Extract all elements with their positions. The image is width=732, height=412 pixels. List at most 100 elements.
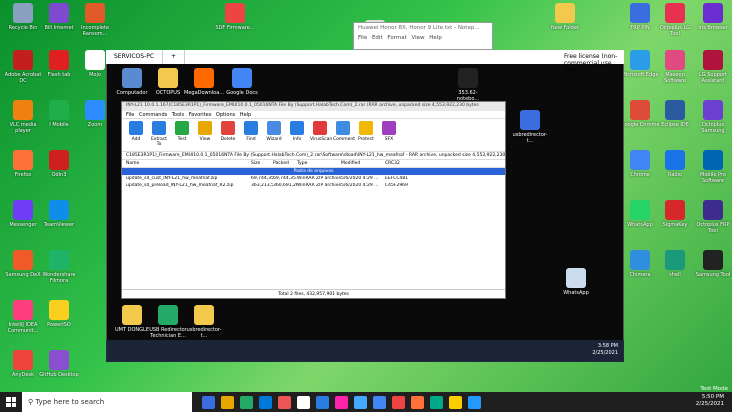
desktop-icon-19[interactable]: Eclipse IDE	[655, 100, 695, 128]
column-header[interactable]: Type	[297, 161, 341, 166]
remote-icon-0[interactable]: Computador	[112, 68, 152, 96]
desktop-icon-6[interactable]: FRP PIN	[620, 3, 660, 31]
taskbar-app-icon-9[interactable]	[373, 395, 386, 409]
desktop-icon-32[interactable]: Wondershare Filmora	[39, 250, 79, 284]
taskbar-app-icon-2[interactable]	[240, 395, 253, 409]
desktop-icon-18[interactable]: Google Chrome	[620, 100, 660, 128]
desktop-icon-22[interactable]: Odin3	[39, 150, 79, 178]
desktop-icon-9[interactable]: Adobe Acrobat DC	[3, 50, 43, 84]
desktop-icon-31[interactable]: Samsung DeX	[3, 250, 43, 278]
desktop-icon-3[interactable]: SDF Firmware...	[215, 3, 255, 31]
toolbar-info-button[interactable]: Info	[287, 121, 307, 142]
system-clock[interactable]: 5:50 PM 2/25/2021	[696, 394, 724, 408]
taskbar-app-icon-0[interactable]	[202, 395, 215, 409]
taskbar-app-icon-6[interactable]	[316, 395, 329, 409]
taskbar-app-icon-10[interactable]	[392, 395, 405, 409]
toolbar-find-button[interactable]: Find	[241, 121, 261, 142]
taskbar-app-icon-3[interactable]	[259, 395, 272, 409]
desktop-icon-33[interactable]: Chimera	[620, 250, 660, 278]
desktop-icon-28[interactable]: WhatsApp	[620, 200, 660, 228]
desktop-icon-29[interactable]: SigmaKey	[655, 200, 695, 228]
remote-icon-1[interactable]: OCTOPUS	[148, 68, 188, 96]
desktop-icon-20[interactable]: Octoplus Samsung	[693, 100, 732, 134]
toolbar-protect-button[interactable]: Protect	[356, 121, 376, 142]
desktop-icon-27[interactable]: TeamViewer	[39, 200, 79, 228]
remote-icon-8[interactable]: USB Redirector Technician E...	[148, 305, 188, 339]
file-row[interactable]: update_sd_cust_INY-L21_hw_meafnaf.zip 69,…	[122, 175, 505, 182]
remote-icon-9[interactable]: usbredirector-t...	[184, 305, 224, 339]
desktop-icon-25[interactable]: Mobile Pro Software	[693, 150, 732, 184]
column-header[interactable]: Modified	[341, 161, 385, 166]
desktop-icon-5[interactable]: New Folder	[545, 3, 585, 31]
remote-icon-5[interactable]: usbredirector-t...	[510, 110, 550, 144]
taskbar-app-icon-12[interactable]	[430, 395, 443, 409]
desktop-icon-39[interactable]: GitHub Desktop	[39, 350, 79, 378]
taskbar-app-icon-14[interactable]	[468, 395, 481, 409]
remote-icon-2[interactable]: MegaDownloa...	[184, 68, 224, 96]
desktop-icon-35[interactable]: Samsung Tool	[693, 250, 732, 278]
desktop-icon-14[interactable]: LG Support Assistant	[693, 50, 732, 84]
column-header[interactable]: Name	[126, 161, 251, 166]
desktop-icon-10[interactable]: Flash tab	[39, 50, 79, 78]
taskbar-app-icon-1[interactable]	[221, 395, 234, 409]
remote-clock: 3:58 PM 2/25/2021	[592, 343, 618, 357]
desktop-icon-38[interactable]: AnyDesk	[3, 350, 43, 378]
icon-label: USB Redirector Technician E...	[149, 327, 187, 339]
remote-icon-4[interactable]: 353.62-notebo...	[448, 68, 488, 102]
taskbar-app-icon-5[interactable]	[297, 395, 310, 409]
desktop-icon-30[interactable]: Octoplus FRP Tool	[693, 200, 732, 234]
toolbar-add-button[interactable]: Add	[126, 121, 146, 142]
file-row[interactable]: update_sd_preload_INY-L21_hw_meafnaf_R2.…	[122, 182, 505, 189]
start-button[interactable]	[0, 392, 22, 412]
toolbar-extract-to-button[interactable]: Extract To	[149, 121, 169, 147]
app-icon	[122, 305, 142, 325]
winrar-window[interactable]: INY-L21 10.0.1.167(C185E3R1P1)_Firmware_…	[121, 101, 506, 299]
notepad-window[interactable]: Huawei Honor 8X, Honor 9 Lite.txt - Note…	[353, 22, 493, 50]
toolbar-virusscan-button[interactable]: VirusScan	[310, 121, 332, 142]
taskbar-app-icon-4[interactable]	[278, 395, 291, 409]
toolbar-wizard-button[interactable]: Wizard	[264, 121, 284, 142]
notepad-menu[interactable]: File Edit Format View Help	[354, 33, 492, 43]
folder-row[interactable]: Pasta de arquivos	[122, 168, 505, 175]
remote-icon-6[interactable]: WhatsApp	[556, 268, 596, 296]
toolbar-test-button[interactable]: Test	[172, 121, 192, 142]
add-tab-button[interactable]: +	[163, 50, 186, 64]
taskbar-app-icon-7[interactable]	[335, 395, 348, 409]
remote-tab-servicos-pc[interactable]: SERVICOS-PC	[106, 50, 164, 64]
winrar-menu[interactable]: File Commands Tools Favorites Options He…	[122, 111, 505, 119]
desktop-icon-0[interactable]: Recycle Bin	[3, 3, 43, 31]
desktop-icon-21[interactable]: Firefox	[3, 150, 43, 178]
column-header[interactable]: CRC32	[385, 161, 425, 166]
desktop-icon-12[interactable]: Microsoft Edge	[620, 50, 660, 78]
taskbar-app-icon-13[interactable]	[449, 395, 462, 409]
desktop-icon-24[interactable]: Radio	[655, 150, 695, 178]
toolbar-sfx-button[interactable]: SFX	[379, 121, 399, 142]
taskbar-app-icon-8[interactable]	[354, 395, 367, 409]
desktop-icon-1[interactable]: Bill Internet	[39, 3, 79, 31]
winrar-path[interactable]: C185E3R1P1)_Firmware_EMUI10.0.1_05016NTA…	[122, 152, 505, 160]
remote-icon-7[interactable]: UMT DONGLE	[112, 305, 152, 333]
toolbar-delete-button[interactable]: Delete	[218, 121, 238, 142]
desktop-icon-8[interactable]: Iris Browser	[693, 3, 732, 31]
desktop-icon-2[interactable]: Incomplete Ransom...	[75, 3, 115, 37]
column-header[interactable]: Packed	[273, 161, 297, 166]
column-header[interactable]: Size	[251, 161, 273, 166]
taskbar: ⚲ Type here to search 5:50 PM 2/25/2021	[0, 392, 732, 412]
desktop-icon-23[interactable]: Chrome	[620, 150, 660, 178]
desktop-icon-26[interactable]: Messenger	[3, 200, 43, 228]
search-input[interactable]: ⚲ Type here to search	[22, 392, 192, 412]
icon-label: Chrome	[630, 172, 650, 178]
windows-icon	[6, 397, 16, 407]
desktop-icon-13[interactable]: Maxeon Software	[655, 50, 695, 84]
desktop-icon-36[interactable]: IntelliJ IDEA Communit...	[3, 300, 43, 334]
toolbar-comment-button[interactable]: Comment	[333, 121, 355, 142]
desktop-icon-15[interactable]: VLC media player	[3, 100, 43, 134]
remote-icon-3[interactable]: Google Docs	[222, 68, 262, 96]
taskbar-app-icon-11[interactable]	[411, 395, 424, 409]
desktop-icon-37[interactable]: PowerISO	[39, 300, 79, 328]
desktop-icon-16[interactable]: I Mobile	[39, 100, 79, 128]
toolbar-view-button[interactable]: View	[195, 121, 215, 142]
desktop-icon-34[interactable]: shell	[655, 250, 695, 278]
desktop-icon-7[interactable]: Octoplus LG Tool	[655, 3, 695, 37]
icon-label: I Mobile	[49, 122, 69, 128]
